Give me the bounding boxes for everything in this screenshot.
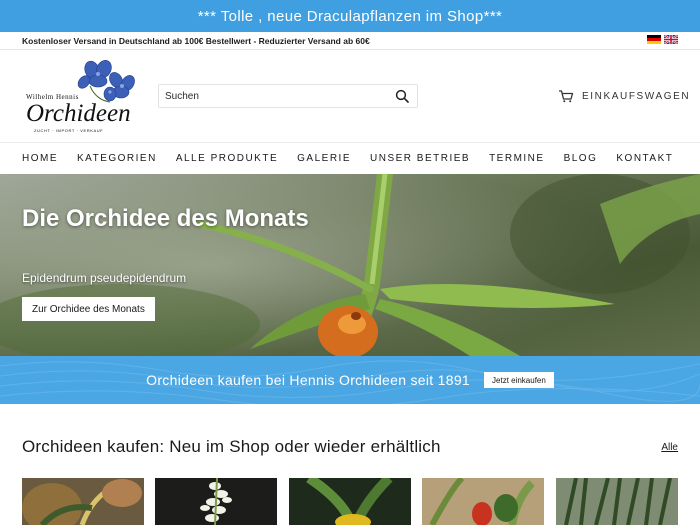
cart-label: EINKAUFSWAGEN [582,90,691,102]
hero-banner[interactable]: Die Orchidee des Monats Epidendrum pseud… [0,174,700,356]
search-input[interactable] [159,85,379,107]
shipping-info-text: Kostenloser Versand in Deutschland ab 10… [22,35,370,46]
nav-item-unser-betrieb[interactable]: UNSER BETRIEB [370,153,470,164]
product-image [289,478,411,525]
cart-icon [559,90,574,103]
logo-tagline: ZUCHT · IMPORT · VERKAUF [34,128,104,133]
product-image [22,478,144,525]
cart-link[interactable]: EINKAUFSWAGEN [558,89,690,103]
announcement-bar[interactable]: *** Tolle , neue Draculapflanzen im Shop… [0,0,700,32]
promo-text: Orchideen kaufen bei Hennis Orchideen se… [146,372,471,388]
shop-now-button[interactable]: Jetzt einkaufen [484,372,554,388]
nav-item-termine[interactable]: TERMINE [489,153,545,164]
announcement-text: *** Tolle , neue Draculapflanzen im Shop… [197,7,503,25]
nav-item-kategorien[interactable]: KATEGORIEN [77,153,157,164]
promo-band: Orchideen kaufen bei Hennis Orchideen se… [0,356,700,404]
hero-subtitle: Epidendrum pseudepidendrum [22,271,187,285]
hero-orchid-image [0,174,700,356]
product-image [155,478,277,525]
product-card[interactable] [22,478,144,525]
product-card[interactable] [155,478,277,525]
orchid-of-month-button[interactable]: Zur Orchidee des Monats [22,297,155,321]
site-header: Wilhelm Hennis Orchideen ZUCHT · IMPORT … [0,50,700,142]
shipping-info-bar: Kostenloser Versand in Deutschland ab 10… [0,32,700,50]
search-bar[interactable] [158,84,418,108]
product-grid [22,478,678,525]
search-icon[interactable] [395,89,409,103]
nav-item-alle-produkte[interactable]: ALLE PRODUKTE [176,153,278,164]
nav-item-galerie[interactable]: GALERIE [297,153,351,164]
product-image [422,478,544,525]
product-image [556,478,678,525]
english-flag-icon[interactable] [664,35,678,44]
nav-item-kontakt[interactable]: KONTAKT [616,153,673,164]
hero-title: Die Orchidee des Monats [22,205,309,232]
nav-item-home[interactable]: HOME [22,153,58,164]
product-card[interactable] [556,478,678,525]
site-logo[interactable]: Wilhelm Hennis Orchideen ZUCHT · IMPORT … [24,56,140,136]
product-card[interactable] [289,478,411,525]
logo-wordmark: Orchideen [26,100,131,127]
language-switcher[interactable] [647,35,678,44]
products-section-title: Orchideen kaufen: Neu im Shop oder wiede… [22,437,441,456]
product-card[interactable] [422,478,544,525]
view-all-link[interactable]: Alle [661,442,678,453]
main-navigation: HOME KATEGORIEN ALLE PRODUKTE GALERIE UN… [0,142,700,173]
german-flag-icon[interactable] [647,35,661,44]
nav-item-blog[interactable]: BLOG [564,153,598,164]
